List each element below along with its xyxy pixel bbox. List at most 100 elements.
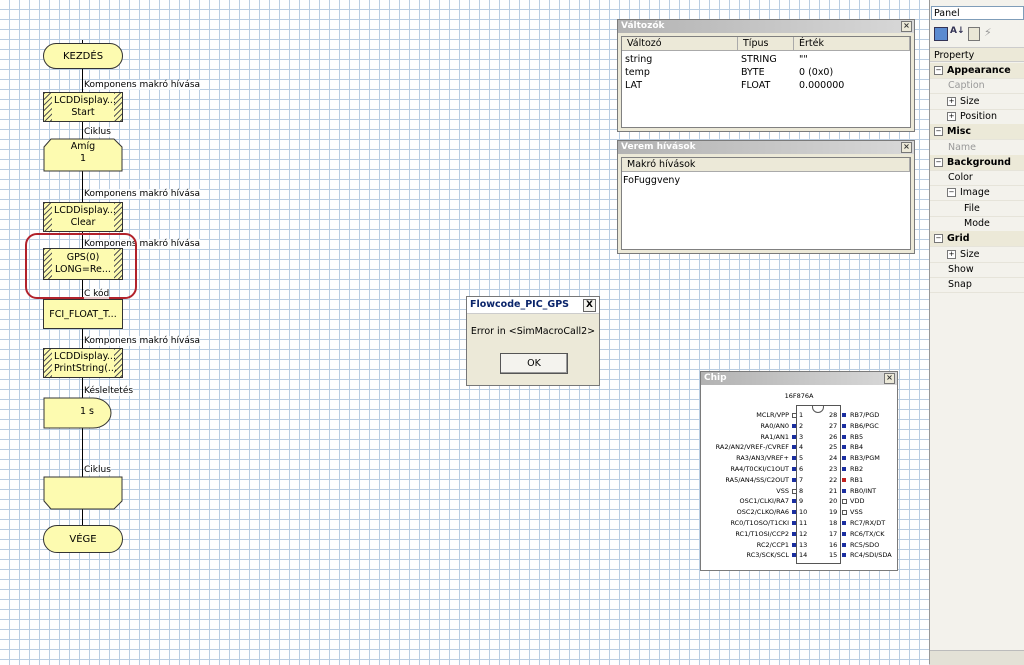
- collapse-icon[interactable]: −: [934, 66, 943, 75]
- sort-alpha-icon[interactable]: A↓: [950, 26, 965, 36]
- pin-indicator-icon[interactable]: [842, 531, 846, 536]
- pin-indicator-icon[interactable]: [792, 488, 797, 494]
- pin-indicator-icon[interactable]: [792, 531, 796, 536]
- property-row[interactable]: Mode: [930, 216, 1024, 232]
- loop-end-label: Ciklus: [84, 465, 111, 475]
- property-row[interactable]: Caption: [930, 78, 1024, 95]
- pin-indicator-icon[interactable]: [842, 434, 846, 439]
- lcd-clear-line1: LCDDisplay...: [54, 205, 116, 216]
- pin-indicator-icon[interactable]: [842, 499, 847, 505]
- property-row[interactable]: − Image: [930, 185, 1024, 202]
- property-row[interactable]: − Background: [930, 154, 1024, 171]
- pin-indicator-icon[interactable]: [842, 553, 846, 558]
- property-row[interactable]: − Misc: [930, 124, 1024, 141]
- pin-indicator-icon[interactable]: [842, 467, 846, 471]
- property-row[interactable]: File: [930, 201, 1024, 217]
- lcd-print-block[interactable]: LCDDisplay... PrintString(...: [43, 348, 123, 378]
- variables-window-titlebar[interactable]: Változók ×: [618, 20, 914, 33]
- pin-indicator-icon[interactable]: [792, 434, 796, 439]
- pin-indicator-icon[interactable]: [792, 413, 797, 418]
- pin-indicator-icon[interactable]: [792, 521, 796, 525]
- chip-pin-label: RC7/RX/DT: [850, 519, 886, 527]
- close-icon[interactable]: ×: [884, 373, 895, 384]
- chip-window-titlebar[interactable]: Chip ×: [701, 372, 897, 385]
- chip-pin-number: 5: [799, 454, 804, 463]
- column-header-value[interactable]: Érték: [794, 37, 910, 51]
- chip-pin-label: RA3/AN3/VREF+: [736, 454, 789, 463]
- pin-indicator-icon[interactable]: [842, 445, 846, 450]
- chip-notch: [812, 406, 824, 413]
- pin-indicator-icon[interactable]: [842, 423, 846, 428]
- pin-indicator-icon[interactable]: [842, 521, 846, 525]
- ok-button[interactable]: OK: [500, 353, 568, 374]
- pin-indicator-icon[interactable]: [842, 477, 846, 482]
- pin-indicator-icon[interactable]: [792, 477, 796, 482]
- lcd-start-block[interactable]: LCDDisplay... Start: [43, 92, 123, 122]
- chip-pin-label: RA2/AN2/VREF-/CVREF: [715, 443, 789, 452]
- collapse-icon[interactable]: −: [934, 157, 943, 167]
- expand-icon[interactable]: +: [947, 249, 956, 259]
- property-row[interactable]: Color: [930, 170, 1024, 187]
- loop-end-block[interactable]: [43, 476, 123, 510]
- property-row[interactable]: Show: [930, 262, 1024, 278]
- pin-indicator-icon[interactable]: [792, 423, 796, 428]
- chip-pin-number: 6: [799, 465, 804, 473]
- categorized-icon[interactable]: [934, 27, 948, 41]
- chip-pin-number: 8: [799, 486, 804, 495]
- c-code-block[interactable]: FCI_FLOAT_T...: [43, 299, 123, 329]
- panel-toolbar: A↓ ⚡: [932, 26, 1024, 42]
- property-row[interactable]: + Size: [930, 94, 1024, 110]
- pin-indicator-icon[interactable]: [842, 542, 846, 547]
- start-terminal[interactable]: KEZDÉS: [43, 43, 123, 69]
- pin-indicator-icon[interactable]: [792, 553, 796, 558]
- error-dialog[interactable]: Flowcode_PIC_GPS X Error in <SimMacroCal…: [466, 296, 600, 386]
- end-terminal[interactable]: VÉGE: [43, 525, 123, 553]
- call-stack-window[interactable]: Verem hívások × Makró hívások FoFuggveny: [617, 140, 915, 254]
- pin-indicator-icon[interactable]: [792, 456, 796, 461]
- pin-indicator-icon[interactable]: [842, 413, 846, 417]
- collapse-icon[interactable]: −: [934, 127, 943, 137]
- expand-icon[interactable]: +: [947, 111, 956, 121]
- column-header-variable[interactable]: Változó: [622, 37, 738, 51]
- chip-pin-label: RA1/AN1: [760, 432, 789, 441]
- property-row[interactable]: Name: [930, 140, 1024, 156]
- property-row[interactable]: + Size: [930, 247, 1024, 263]
- events-lightning-icon[interactable]: ⚡: [984, 26, 992, 39]
- chip-pin-label: OSC2/CLKO/RA6: [736, 508, 789, 517]
- pin-indicator-icon[interactable]: [792, 510, 796, 515]
- chip-window[interactable]: Chip × 16F876A MCLR/VPP 1 28 RB7/PGD RA0/AN0…: [700, 371, 898, 571]
- pin-indicator-icon[interactable]: [842, 488, 846, 493]
- variables-window[interactable]: Változók × Változó Típus Érték string ST…: [617, 19, 915, 132]
- pin-indicator-icon[interactable]: [842, 510, 847, 516]
- chip-pin-number: 16: [829, 540, 838, 549]
- expand-icon[interactable]: +: [947, 96, 956, 106]
- pin-indicator-icon[interactable]: [792, 467, 796, 471]
- close-icon[interactable]: ×: [901, 142, 912, 153]
- collapse-icon[interactable]: −: [934, 234, 943, 244]
- pin-indicator-icon[interactable]: [842, 456, 846, 461]
- lcd-clear-block[interactable]: LCDDisplay... Clear: [43, 202, 123, 232]
- properties-icon[interactable]: [968, 27, 980, 41]
- chip-pin-number: 7: [799, 475, 804, 484]
- column-header-type[interactable]: Típus: [738, 37, 794, 51]
- pin-indicator-icon[interactable]: [792, 499, 796, 504]
- pin-indicator-icon[interactable]: [792, 445, 796, 450]
- call-stack-titlebar[interactable]: Verem hívások ×: [618, 141, 914, 154]
- property-row[interactable]: + Position: [930, 109, 1024, 125]
- panel-selector-dropdown[interactable]: Panel: [931, 6, 1024, 20]
- property-row[interactable]: − Grid: [930, 231, 1024, 248]
- property-row[interactable]: − Appearance: [930, 63, 1024, 79]
- chip-pin-number: 10: [799, 508, 808, 517]
- chip-pin-label: RC6/TX/CK: [850, 529, 885, 538]
- error-dialog-titlebar[interactable]: Flowcode_PIC_GPS X: [467, 297, 599, 314]
- list-item[interactable]: FoFuggveny: [623, 175, 680, 186]
- loop-condition-value: 1: [79, 153, 87, 164]
- close-icon[interactable]: X: [583, 299, 596, 312]
- chip-window-title: Chip: [704, 373, 727, 383]
- pin-indicator-icon[interactable]: [792, 542, 796, 547]
- column-header-macro-calls[interactable]: Makró hívások: [622, 158, 910, 172]
- collapse-icon[interactable]: −: [947, 188, 956, 198]
- close-icon[interactable]: ×: [901, 21, 912, 32]
- lcd-start-line2: Start: [71, 107, 95, 118]
- property-row[interactable]: Snap: [930, 277, 1024, 294]
